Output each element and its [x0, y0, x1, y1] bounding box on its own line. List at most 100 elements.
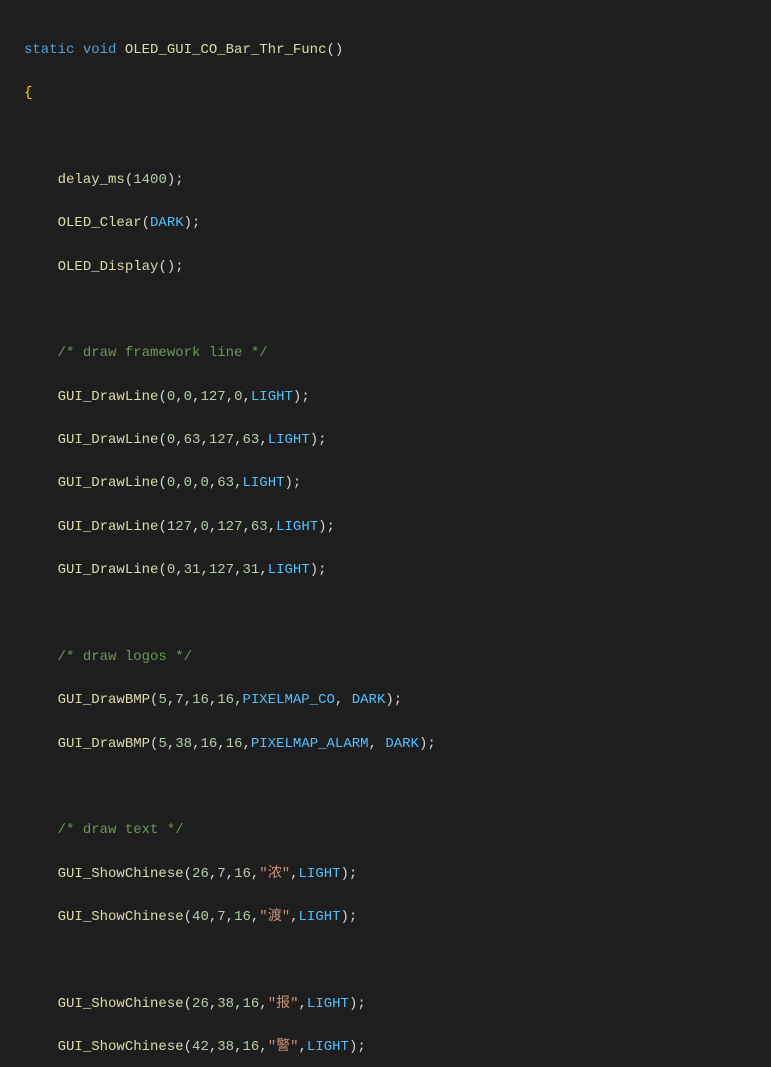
number: 38 [175, 736, 192, 752]
number: 0 [234, 389, 242, 405]
punct: , [299, 1039, 307, 1055]
punct: , [209, 1039, 217, 1055]
fn-drawline: GUI_DrawLine [58, 432, 159, 448]
const-light: LIGHT [299, 909, 341, 925]
punct: , [175, 562, 183, 578]
number: 38 [217, 1039, 234, 1055]
punct: ); [167, 172, 184, 188]
punct: ( [184, 1039, 192, 1055]
punct: , [268, 519, 276, 535]
punct: ); [184, 215, 201, 231]
code-editor[interactable]: static void OLED_GUI_CO_Bar_Thr_Func() {… [0, 0, 771, 1067]
punct: , [243, 736, 251, 752]
punct: , [234, 562, 242, 578]
code-line [24, 777, 771, 799]
keyword-static: static [24, 42, 74, 58]
number: 0 [200, 475, 208, 491]
code-line: GUI_DrawLine(0,63,127,63,LIGHT); [24, 430, 771, 452]
fn-drawbmp: GUI_DrawBMP [58, 736, 150, 752]
code-line [24, 126, 771, 148]
function-name: OLED_GUI_CO_Bar_Thr_Func [125, 42, 327, 58]
fn-showch: GUI_ShowChinese [58, 1039, 184, 1055]
const-pixco: PIXELMAP_CO [243, 692, 335, 708]
code-line: GUI_DrawBMP(5,38,16,16,PIXELMAP_ALARM, D… [24, 734, 771, 756]
const-pixalarm: PIXELMAP_ALARM [251, 736, 369, 752]
number: 42 [192, 1039, 209, 1055]
number: 0 [167, 562, 175, 578]
code-line: /* draw text */ [24, 820, 771, 842]
number: 16 [234, 866, 251, 882]
punct: ); [341, 866, 358, 882]
code-line: { [24, 83, 771, 105]
punct: ); [310, 432, 327, 448]
number: 16 [217, 692, 234, 708]
code-line: GUI_ShowChinese(26,38,16,"报",LIGHT); [24, 994, 771, 1016]
const-light: LIGHT [268, 562, 310, 578]
code-line: GUI_DrawLine(0,31,127,31,LIGHT); [24, 560, 771, 582]
code-line [24, 604, 771, 626]
const-light: LIGHT [251, 389, 293, 405]
punct: , [299, 996, 307, 1012]
comment: /* draw framework line */ [58, 345, 268, 361]
fn-drawline: GUI_DrawLine [58, 519, 159, 535]
number: 127 [167, 519, 192, 535]
code-line: delay_ms(1400); [24, 170, 771, 192]
punct: ( [125, 172, 133, 188]
number: 26 [192, 866, 209, 882]
punct: , [184, 692, 192, 708]
code-line: GUI_DrawLine(127,0,127,63,LIGHT); [24, 517, 771, 539]
number: 16 [200, 736, 217, 752]
string: "警" [268, 1039, 299, 1055]
const-dark: DARK [150, 215, 184, 231]
punct: , [167, 736, 175, 752]
punct: , [234, 432, 242, 448]
const-dark: DARK [352, 692, 386, 708]
code-line: /* draw framework line */ [24, 343, 771, 365]
punct: ( [158, 562, 166, 578]
fn-drawline: GUI_DrawLine [58, 389, 159, 405]
number: 5 [158, 692, 166, 708]
number: 16 [242, 1039, 259, 1055]
code-line: OLED_Clear(DARK); [24, 213, 771, 235]
comment: /* draw text */ [58, 822, 184, 838]
number: 63 [251, 519, 268, 535]
punct: , [209, 909, 217, 925]
punct: , [335, 692, 352, 708]
code-line: GUI_DrawLine(0,0,127,0,LIGHT); [24, 387, 771, 409]
string: "报" [268, 996, 299, 1012]
punct: , [175, 432, 183, 448]
punct: , [167, 692, 175, 708]
punct: , [259, 1039, 267, 1055]
punct: ( [184, 909, 192, 925]
punct: , [226, 389, 234, 405]
fn-delay: delay_ms [58, 172, 125, 188]
punct: ); [349, 996, 366, 1012]
number: 0 [184, 475, 192, 491]
code-line: /* draw logos */ [24, 647, 771, 669]
string: "浓" [259, 866, 290, 882]
fn-showch: GUI_ShowChinese [58, 996, 184, 1012]
code-line: GUI_DrawLine(0,0,0,63,LIGHT); [24, 473, 771, 495]
number: 1400 [133, 172, 167, 188]
punct: , [226, 866, 234, 882]
number: 127 [200, 389, 225, 405]
fn-clear: OLED_Clear [58, 215, 142, 231]
code-line: GUI_ShowChinese(42,38,16,"警",LIGHT); [24, 1037, 771, 1059]
code-line: GUI_DrawBMP(5,7,16,16,PIXELMAP_CO, DARK)… [24, 690, 771, 712]
code-line: GUI_ShowChinese(26,7,16,"浓",LIGHT); [24, 864, 771, 886]
number: 5 [158, 736, 166, 752]
punct: , [175, 389, 183, 405]
punct: , [234, 475, 242, 491]
number: 0 [200, 519, 208, 535]
punct: , [243, 389, 251, 405]
string: "渡" [259, 909, 290, 925]
number: 40 [192, 909, 209, 925]
code-line: OLED_Display(); [24, 257, 771, 279]
punct: , [200, 432, 208, 448]
const-dark: DARK [385, 736, 419, 752]
number: 31 [243, 562, 260, 578]
number: 7 [175, 692, 183, 708]
number: 38 [217, 996, 234, 1012]
punct: () [326, 42, 343, 58]
punct: ); [285, 475, 302, 491]
